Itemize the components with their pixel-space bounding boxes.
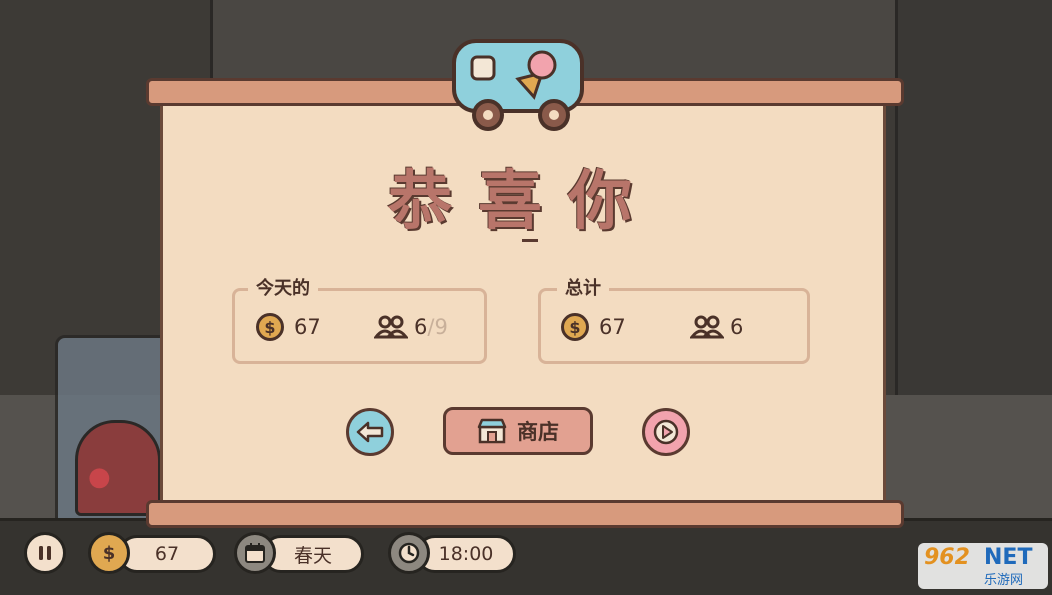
hud-coins-pill: 67	[118, 535, 216, 573]
strawberry-icon: ●	[88, 462, 111, 492]
total-coins-value: 67	[599, 315, 626, 339]
hud-time-value: 18:00	[438, 543, 494, 565]
shop-icon	[477, 418, 507, 444]
congrats-title: 恭喜你	[388, 165, 658, 239]
total-customers-stat: 6	[690, 312, 743, 342]
coin-icon: $	[561, 313, 589, 341]
hud-coin-icon: $	[88, 532, 130, 574]
clock-icon	[388, 532, 430, 574]
today-label: 今天的	[248, 274, 318, 300]
ice-cream-truck-icon	[452, 39, 584, 131]
arrow-left-icon	[356, 421, 384, 443]
total-coins-stat: $ 67	[561, 312, 626, 342]
calendar-icon	[234, 532, 276, 574]
title-dash	[522, 239, 538, 242]
watermark-sub: 乐游网	[984, 573, 1024, 588]
right-wall	[895, 0, 1052, 400]
play-icon	[653, 419, 679, 445]
pause-button[interactable]	[24, 532, 66, 574]
scroll-rod-bottom	[146, 500, 904, 528]
today-customers-value: 6	[414, 315, 428, 339]
hud-season-value: 春天	[293, 544, 332, 567]
next-button[interactable]	[642, 408, 690, 456]
coin-icon: $	[256, 313, 284, 341]
shop-button[interactable]: 商店	[443, 407, 593, 455]
today-customers-stat: 6 /9	[374, 312, 448, 342]
customers-icon	[374, 315, 408, 339]
today-coins-stat: $ 67	[256, 312, 321, 342]
hud-coins-value: 67	[154, 543, 180, 565]
hud-season-pill: 春天	[262, 535, 364, 573]
shop-label: 商店	[517, 420, 559, 444]
total-customers-value: 6	[730, 315, 744, 339]
hud-time-pill: 18:00	[416, 535, 516, 573]
today-customers-max: /9	[427, 315, 448, 339]
pause-icon	[39, 546, 51, 560]
customers-icon	[690, 315, 724, 339]
today-coins-value: 67	[294, 315, 321, 339]
watermark-number: 962	[924, 545, 970, 570]
back-button[interactable]	[346, 408, 394, 456]
watermark-net: NET	[984, 545, 1033, 570]
site-watermark-logo: 962 NET 乐游网	[918, 543, 1048, 589]
total-label: 总计	[557, 274, 609, 300]
